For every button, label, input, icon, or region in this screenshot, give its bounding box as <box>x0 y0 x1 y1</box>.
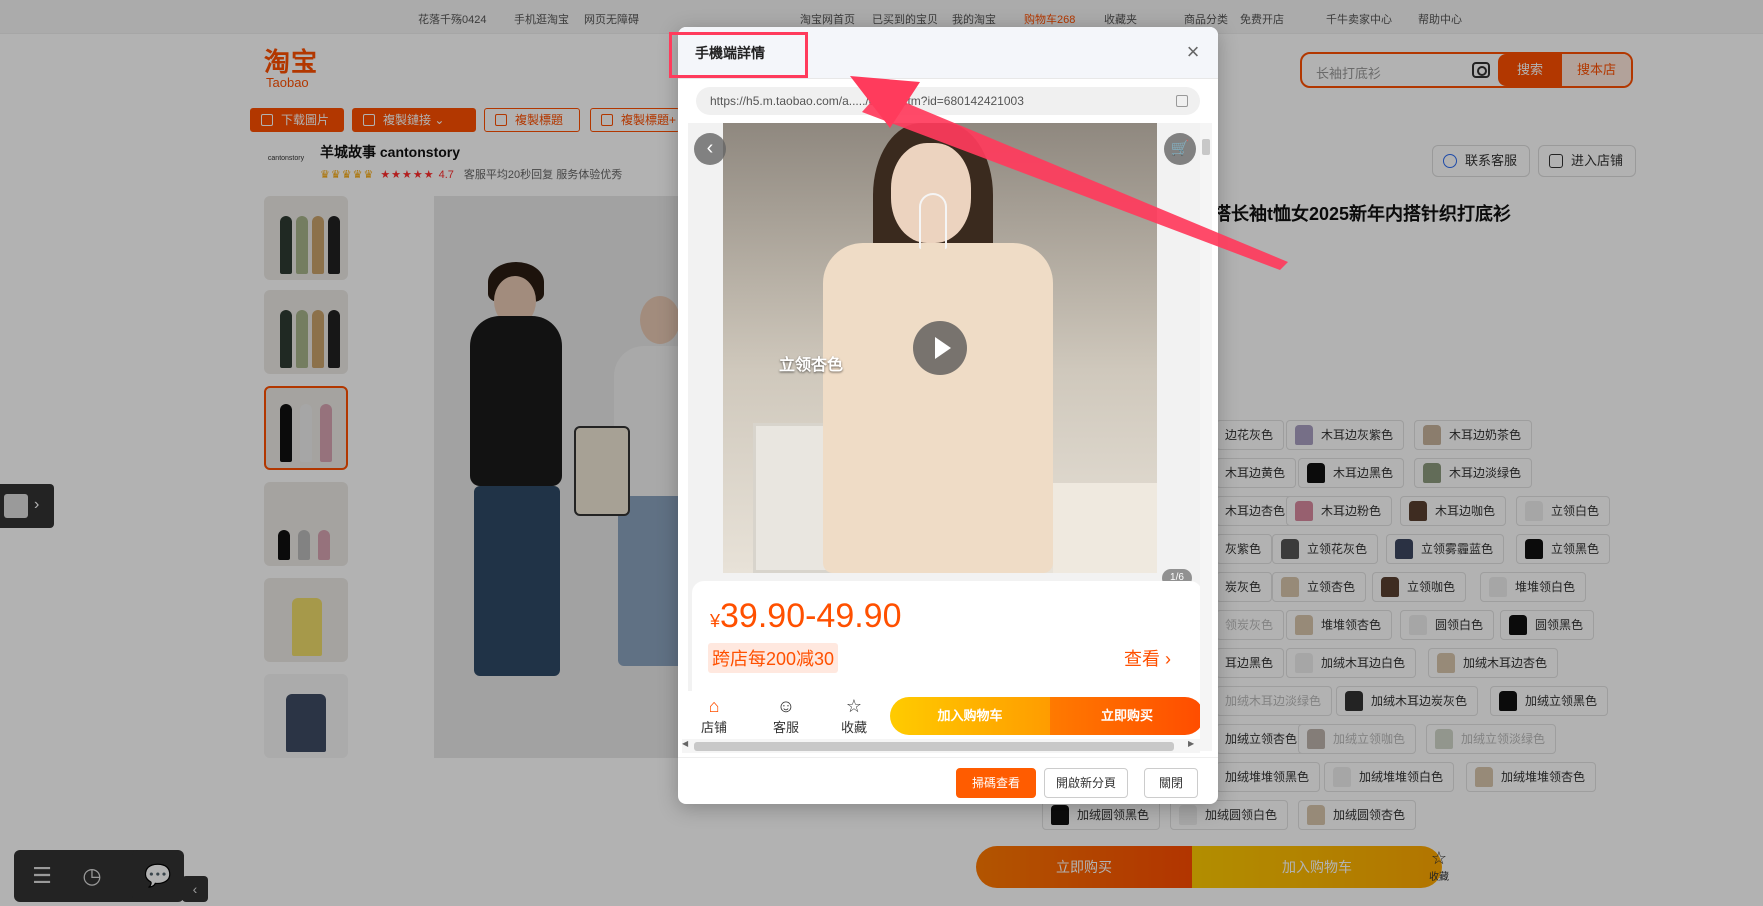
arrow-shaft <box>862 92 1288 270</box>
annotation-arrow <box>850 76 1288 270</box>
